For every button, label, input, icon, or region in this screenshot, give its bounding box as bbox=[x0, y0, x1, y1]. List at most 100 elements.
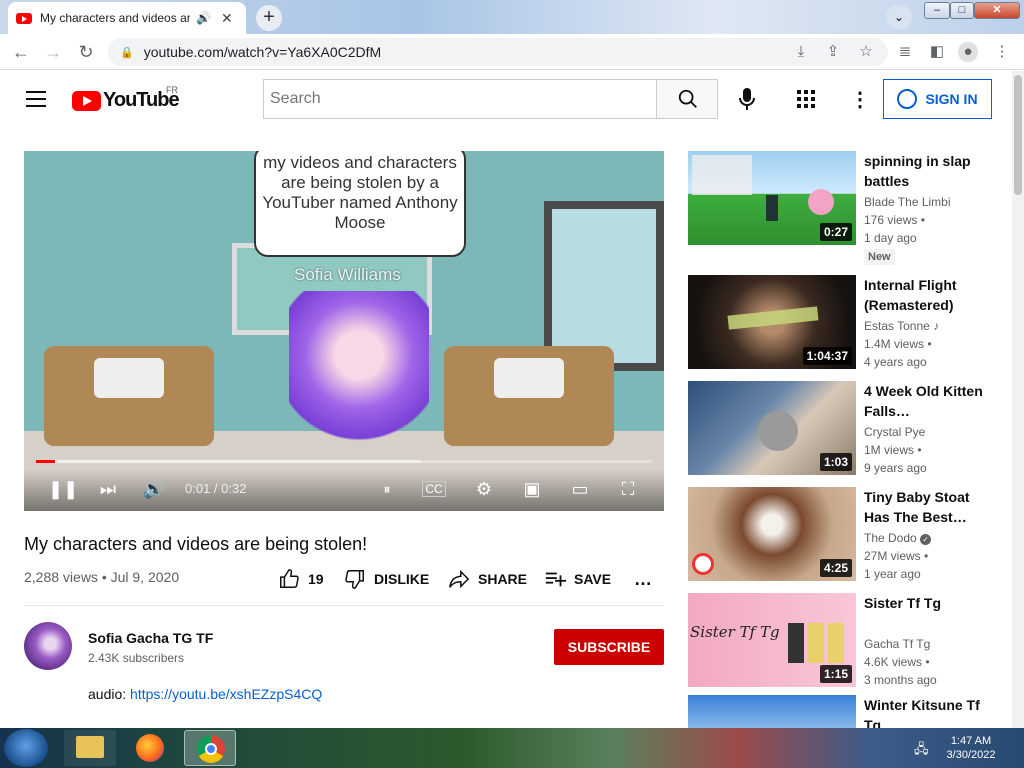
recommendation-channel[interactable]: Gacha Tf Tg bbox=[864, 637, 930, 651]
recommendation-title[interactable]: Winter Kitsune Tf Tg bbox=[864, 695, 984, 728]
maximize-button[interactable]: □ bbox=[950, 2, 974, 19]
subscribe-button[interactable]: SUBSCRIBE bbox=[554, 629, 664, 665]
channel-subscribers: 2.43K subscribers bbox=[88, 651, 185, 665]
chrome-taskbar-icon[interactable] bbox=[184, 730, 236, 766]
fullscreen-icon[interactable]: ⛶ bbox=[616, 477, 640, 501]
like-button[interactable]: 19 bbox=[278, 568, 324, 590]
recommendation-views: 4.6K views • bbox=[864, 655, 930, 669]
install-icon[interactable]: ⤓ bbox=[791, 42, 811, 62]
volume-icon[interactable]: 🔊 bbox=[142, 477, 166, 501]
recommendation-age: 1 year ago bbox=[864, 567, 921, 581]
reload-icon[interactable]: ↻ bbox=[75, 42, 97, 62]
microphone-icon[interactable] bbox=[736, 86, 758, 112]
recommendation-item[interactable]: 1:03 4 Week Old Kitten Falls… Crystal Py… bbox=[688, 381, 1008, 477]
recommendation-thumbnail[interactable]: 4:25 bbox=[688, 487, 856, 581]
description-label: audio: bbox=[88, 686, 127, 702]
recommendation-item[interactable]: Sister Tf Tg 1:15 Sister Tf Tg Gacha Tf … bbox=[688, 593, 1008, 689]
thumbs-up-icon bbox=[280, 569, 299, 588]
browser-menu-icon[interactable]: ⋮ bbox=[992, 42, 1012, 62]
music-note-icon: ♪ bbox=[933, 319, 940, 333]
settings-gear-icon[interactable]: ⚙ bbox=[472, 477, 496, 501]
sign-in-button[interactable]: SIGN IN bbox=[883, 79, 992, 119]
pause-icon[interactable]: ❚❚ bbox=[48, 477, 78, 501]
channel-avatar[interactable] bbox=[24, 622, 72, 670]
recommendation-thumbnail[interactable]: 1:03 bbox=[688, 381, 856, 475]
network-icon[interactable]: 🖧 bbox=[914, 740, 930, 756]
recommendation-age: 4 years ago bbox=[864, 355, 927, 369]
captions-icon[interactable]: CC bbox=[422, 481, 446, 497]
bookmark-star-icon[interactable]: ☆ bbox=[856, 42, 876, 62]
side-panel-icon[interactable]: ◧ bbox=[927, 42, 947, 62]
played-bar bbox=[36, 460, 56, 463]
recommendation-title[interactable]: Tiny Baby Stoat Has The Best… bbox=[864, 487, 984, 527]
recommendation-title[interactable]: spinning in slap battles bbox=[864, 151, 984, 191]
description-link[interactable]: https://youtu.be/xshEZzpS4CQ bbox=[130, 686, 322, 702]
media-control-icon[interactable]: ≣ bbox=[895, 42, 915, 62]
scrollbar-thumb[interactable] bbox=[1014, 75, 1022, 195]
video-player[interactable]: my videos and characters are being stole… bbox=[24, 151, 664, 511]
recommendation-thumbnail[interactable]: Sister Tf Tg 1:15 bbox=[688, 593, 856, 687]
lock-icon[interactable]: 🔒 bbox=[120, 46, 134, 59]
recommendation-title[interactable]: Internal Flight (Remastered) bbox=[864, 275, 984, 315]
start-button[interactable] bbox=[4, 729, 48, 767]
recommendation-item[interactable]: 1:04:37 Internal Flight (Remastered) Est… bbox=[688, 275, 1008, 371]
next-icon[interactable]: ⏭ bbox=[96, 477, 120, 501]
autoplay-toggle[interactable]: ⏸ bbox=[372, 477, 402, 501]
recommendation-views: 1M views • bbox=[864, 443, 922, 457]
channel-name[interactable]: Sofia Gacha TG TF bbox=[88, 630, 213, 646]
progress-bar[interactable] bbox=[36, 460, 652, 463]
back-icon[interactable]: ← bbox=[10, 42, 32, 62]
system-clock[interactable]: 1:47 AM 3/30/2022 bbox=[936, 734, 1006, 762]
recommendation-title[interactable]: Sister Tf Tg bbox=[864, 593, 984, 613]
new-badge: New bbox=[864, 249, 895, 265]
url-field[interactable]: 🔒 youtube.com/watch?v=Ya6XA0C2DfM bbox=[108, 38, 888, 66]
sign-in-label: SIGN IN bbox=[925, 91, 978, 107]
recommendation-thumbnail[interactable]: 1:04:37 bbox=[688, 275, 856, 369]
recommendation-title[interactable]: 4 Week Old Kitten Falls… bbox=[864, 381, 984, 421]
theater-mode-icon[interactable]: ▭ bbox=[568, 477, 592, 501]
miniplayer-icon[interactable]: ▣ bbox=[520, 477, 544, 501]
youtube-header: YouTube FR ⋮ SIGN IN bbox=[0, 71, 1012, 127]
dislike-button[interactable]: DISLIKE bbox=[344, 568, 429, 590]
firefox-taskbar-icon[interactable] bbox=[124, 730, 176, 766]
tab-search-button[interactable]: ⌄ bbox=[886, 5, 912, 29]
close-window-button[interactable]: ✕ bbox=[974, 2, 1020, 19]
youtube-logo[interactable]: YouTube FR bbox=[72, 85, 180, 112]
recommendation-item[interactable]: 4:25 Tiny Baby Stoat Has The Best… The D… bbox=[688, 487, 1008, 583]
close-tab-icon[interactable]: ✕ bbox=[221, 10, 233, 27]
clock-time: 1:47 AM bbox=[950, 735, 992, 747]
player-controls: ❚❚ ⏭ 🔊 0:01 / 0:32 ⏸ CC ⚙ ▣ ▭ ⛶ bbox=[24, 469, 664, 511]
browser-tab[interactable]: My characters and videos are being stole… bbox=[8, 2, 246, 34]
search-input[interactable] bbox=[263, 79, 656, 119]
save-button[interactable]: SAVE bbox=[544, 568, 611, 590]
scene-couch-left bbox=[44, 346, 214, 446]
menu-icon[interactable] bbox=[26, 91, 46, 107]
minimize-button[interactable]: – bbox=[924, 2, 950, 19]
new-tab-button[interactable]: + bbox=[256, 5, 282, 31]
explorer-taskbar-icon[interactable] bbox=[64, 730, 116, 766]
search-button[interactable] bbox=[656, 79, 718, 119]
video-meta: 2,288 views • Jul 9, 2020 bbox=[24, 569, 180, 585]
settings-more-icon[interactable]: ⋮ bbox=[850, 89, 870, 111]
share-label: SHARE bbox=[478, 571, 528, 587]
apps-grid-icon[interactable] bbox=[796, 89, 816, 109]
like-count: 19 bbox=[308, 571, 324, 587]
recommendation-item[interactable]: 0:27 spinning in slap battles Blade The … bbox=[688, 151, 1008, 265]
recommendation-thumbnail[interactable] bbox=[688, 695, 856, 728]
recommendation-channel[interactable]: Crystal Pye bbox=[864, 425, 925, 439]
recommendation-channel[interactable]: The Dodo ✓ bbox=[864, 531, 932, 545]
more-actions-button[interactable]: … bbox=[634, 568, 652, 590]
recommendation-item[interactable]: Winter Kitsune Tf Tg bbox=[688, 695, 1008, 728]
recommendation-channel[interactable]: Blade The Limbi bbox=[864, 195, 951, 209]
browser-titlebar: My characters and videos are being stole… bbox=[0, 0, 1024, 34]
profile-icon[interactable]: ● bbox=[958, 42, 978, 62]
thumbnail-caption: Sister Tf Tg bbox=[690, 623, 780, 641]
forward-icon[interactable]: → bbox=[42, 42, 64, 62]
recommendation-thumbnail[interactable]: 0:27 bbox=[688, 151, 856, 245]
speaker-icon[interactable]: 🔊 bbox=[196, 11, 211, 25]
recommendation-channel[interactable]: Estas Tonne ♪ bbox=[864, 319, 939, 333]
page-scrollbar[interactable] bbox=[1012, 71, 1024, 728]
share-button[interactable]: SHARE bbox=[448, 568, 527, 590]
video-title: My characters and videos are being stole… bbox=[24, 534, 368, 554]
share-page-icon[interactable]: ⇪ bbox=[823, 42, 843, 62]
